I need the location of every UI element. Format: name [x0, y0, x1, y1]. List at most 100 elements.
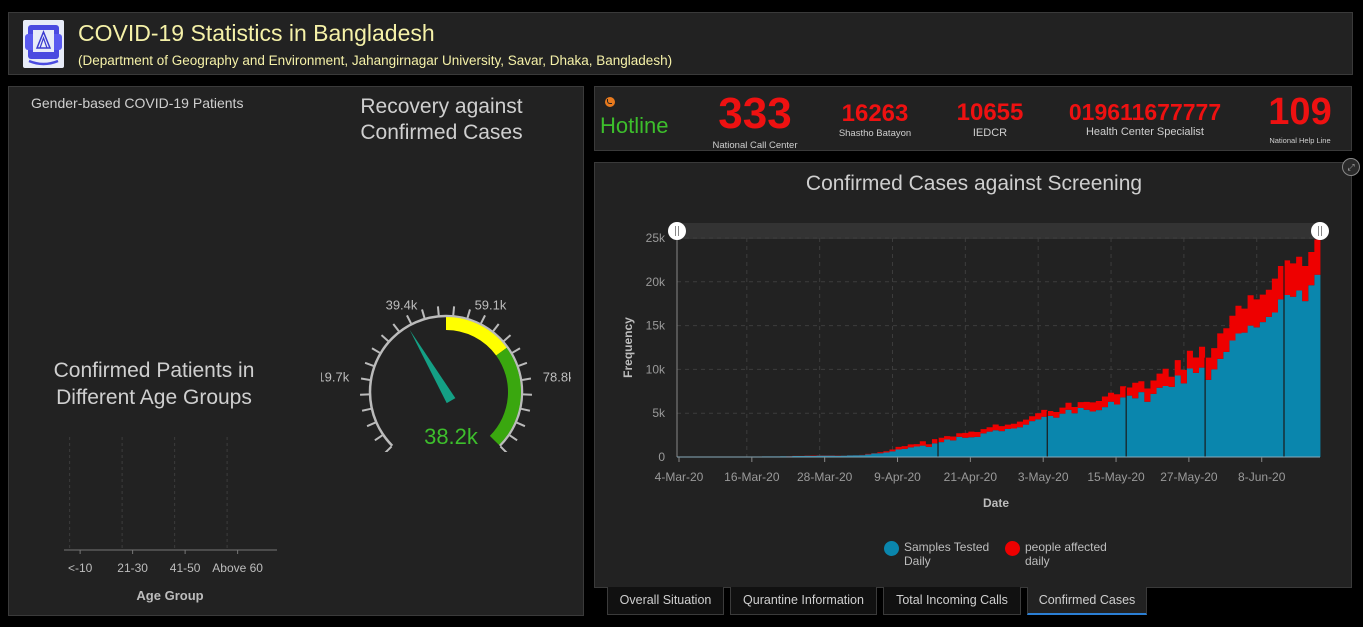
bar-samples-tested	[1211, 369, 1217, 457]
hotline-number[interactable]: 109	[1255, 91, 1345, 134]
range-slider-track	[677, 223, 1322, 239]
left-panel: Gender-based COVID-19 Patients Recovery …	[8, 86, 584, 616]
bar-people-affected	[1193, 357, 1199, 372]
bar-samples-tested	[1138, 392, 1144, 457]
bar-samples-tested	[938, 442, 944, 457]
bar-people-affected	[1157, 374, 1163, 388]
bar-people-affected	[1284, 260, 1290, 295]
hotline-caption: IEDCR	[972, 127, 1008, 139]
bar-samples-tested	[1169, 387, 1175, 457]
bar-samples-tested	[1242, 333, 1248, 457]
bar-samples-tested	[1193, 373, 1199, 457]
bar-samples-tested	[1126, 396, 1132, 457]
recovery-gauge: 019.7k39.4k59.1k78.8k98.5k38.2k	[321, 298, 571, 452]
bar-samples-tested	[1254, 327, 1260, 457]
age-x-tick-label: Above 60	[212, 561, 263, 575]
bar-people-affected	[1217, 333, 1223, 359]
bar-people-affected	[1084, 402, 1090, 410]
hotline-number[interactable]: 10655	[945, 99, 1035, 127]
bar-people-affected	[968, 432, 974, 438]
bar-people-affected	[1278, 266, 1284, 299]
bar-samples-tested	[1065, 410, 1071, 457]
bar-people-affected	[1187, 351, 1193, 369]
bar-samples-tested	[1023, 425, 1029, 457]
x-tick-label: 27-May-20	[1160, 470, 1218, 484]
legend-label-affected: people affected daily	[1025, 540, 1107, 568]
bar-samples-tested	[956, 437, 962, 457]
bar-people-affected	[1296, 257, 1302, 291]
x-tick-label: 9-Apr-20	[874, 470, 921, 484]
x-tick-label: 21-Apr-20	[944, 470, 998, 484]
tab-confirmed-cases[interactable]: Confirmed Cases	[1027, 587, 1147, 615]
tab-quarantine-information[interactable]: Qurantine Information	[730, 587, 877, 615]
bar-people-affected	[1235, 306, 1241, 334]
bar-people-affected	[1248, 295, 1254, 325]
age-x-tick-label: 21-30	[117, 561, 148, 575]
hotline-number[interactable]: 16263	[830, 100, 920, 128]
bar-people-affected	[1272, 279, 1278, 313]
gauge-tick	[406, 314, 412, 324]
bar-samples-tested	[1041, 417, 1047, 457]
bar-samples-tested	[889, 451, 895, 457]
bar-samples-tested	[950, 440, 956, 457]
bar-people-affected	[908, 444, 914, 447]
hotline-number[interactable]: 333	[705, 89, 805, 139]
bar-samples-tested	[1248, 326, 1254, 457]
hotline-caption: Shastho Batayon	[838, 128, 912, 139]
bar-people-affected	[877, 452, 883, 453]
bar-people-affected	[1078, 402, 1084, 408]
bar-samples-tested	[993, 430, 999, 457]
bar-samples-tested	[1072, 413, 1078, 457]
hotline-number[interactable]: 019611677777	[1060, 99, 1230, 126]
bar-samples-tested	[1029, 421, 1035, 457]
bar-samples-tested	[1157, 388, 1163, 457]
legend-swatch-samples	[884, 541, 899, 556]
bar-people-affected	[1041, 410, 1047, 417]
bar-people-affected	[1047, 411, 1053, 416]
bar-people-affected	[1120, 386, 1126, 397]
tab-total-incoming-calls[interactable]: Total Incoming Calls	[883, 587, 1021, 615]
gauge-tick-label: 19.7k	[321, 370, 350, 385]
gauge-tick	[366, 421, 376, 428]
y-tick-label: 20k	[646, 275, 666, 289]
bar-people-affected	[1138, 381, 1144, 392]
bar-people-affected	[1242, 309, 1248, 333]
expand-icon[interactable]: ⤢	[1342, 158, 1360, 176]
bar-samples-tested	[962, 438, 968, 457]
gauge-tick	[518, 361, 528, 367]
gauge-tick	[361, 407, 372, 412]
bar-samples-tested	[968, 437, 974, 457]
bar-samples-tested	[1181, 383, 1187, 457]
y-tick-label: 25k	[646, 231, 666, 245]
bar-people-affected	[1017, 422, 1023, 428]
range-slider-handle-start[interactable]	[668, 222, 686, 240]
bar-people-affected	[1011, 424, 1017, 429]
gauge-tick-label: 59.1k	[475, 298, 507, 313]
hotline-caption: Health Center Specialist	[1085, 126, 1204, 138]
bar-people-affected	[962, 433, 968, 438]
gauge-tick	[503, 334, 512, 342]
gender-chart-title: Gender-based COVID-19 Patients	[31, 95, 244, 111]
bar-samples-tested	[1132, 398, 1138, 457]
bar-samples-tested	[1229, 340, 1235, 457]
bar-samples-tested	[1096, 410, 1102, 457]
bar-samples-tested	[871, 453, 877, 457]
hotline-caption: National Call Center	[712, 140, 798, 151]
gauge-tick	[492, 323, 500, 332]
gauge-tick-label: 78.8k	[543, 370, 571, 385]
bar-samples-tested	[1047, 416, 1053, 457]
bar-people-affected	[1144, 388, 1150, 401]
bar-samples-tested	[1084, 410, 1090, 457]
bar-people-affected	[1211, 348, 1217, 369]
bar-people-affected	[1059, 408, 1065, 414]
tab-overall-situation[interactable]: Overall Situation	[607, 587, 724, 615]
gauge-tick	[511, 347, 521, 354]
bar-people-affected	[1029, 416, 1035, 421]
app-header: COVID-19 Statistics in Bangladesh (Depar…	[8, 12, 1353, 75]
bar-people-affected	[1181, 370, 1187, 383]
legend-swatch-affected	[1005, 541, 1020, 556]
bar-samples-tested	[896, 450, 902, 457]
range-slider-handle-end[interactable]	[1311, 222, 1329, 240]
bar-samples-tested	[1150, 394, 1156, 457]
bar-samples-tested	[1108, 402, 1114, 457]
